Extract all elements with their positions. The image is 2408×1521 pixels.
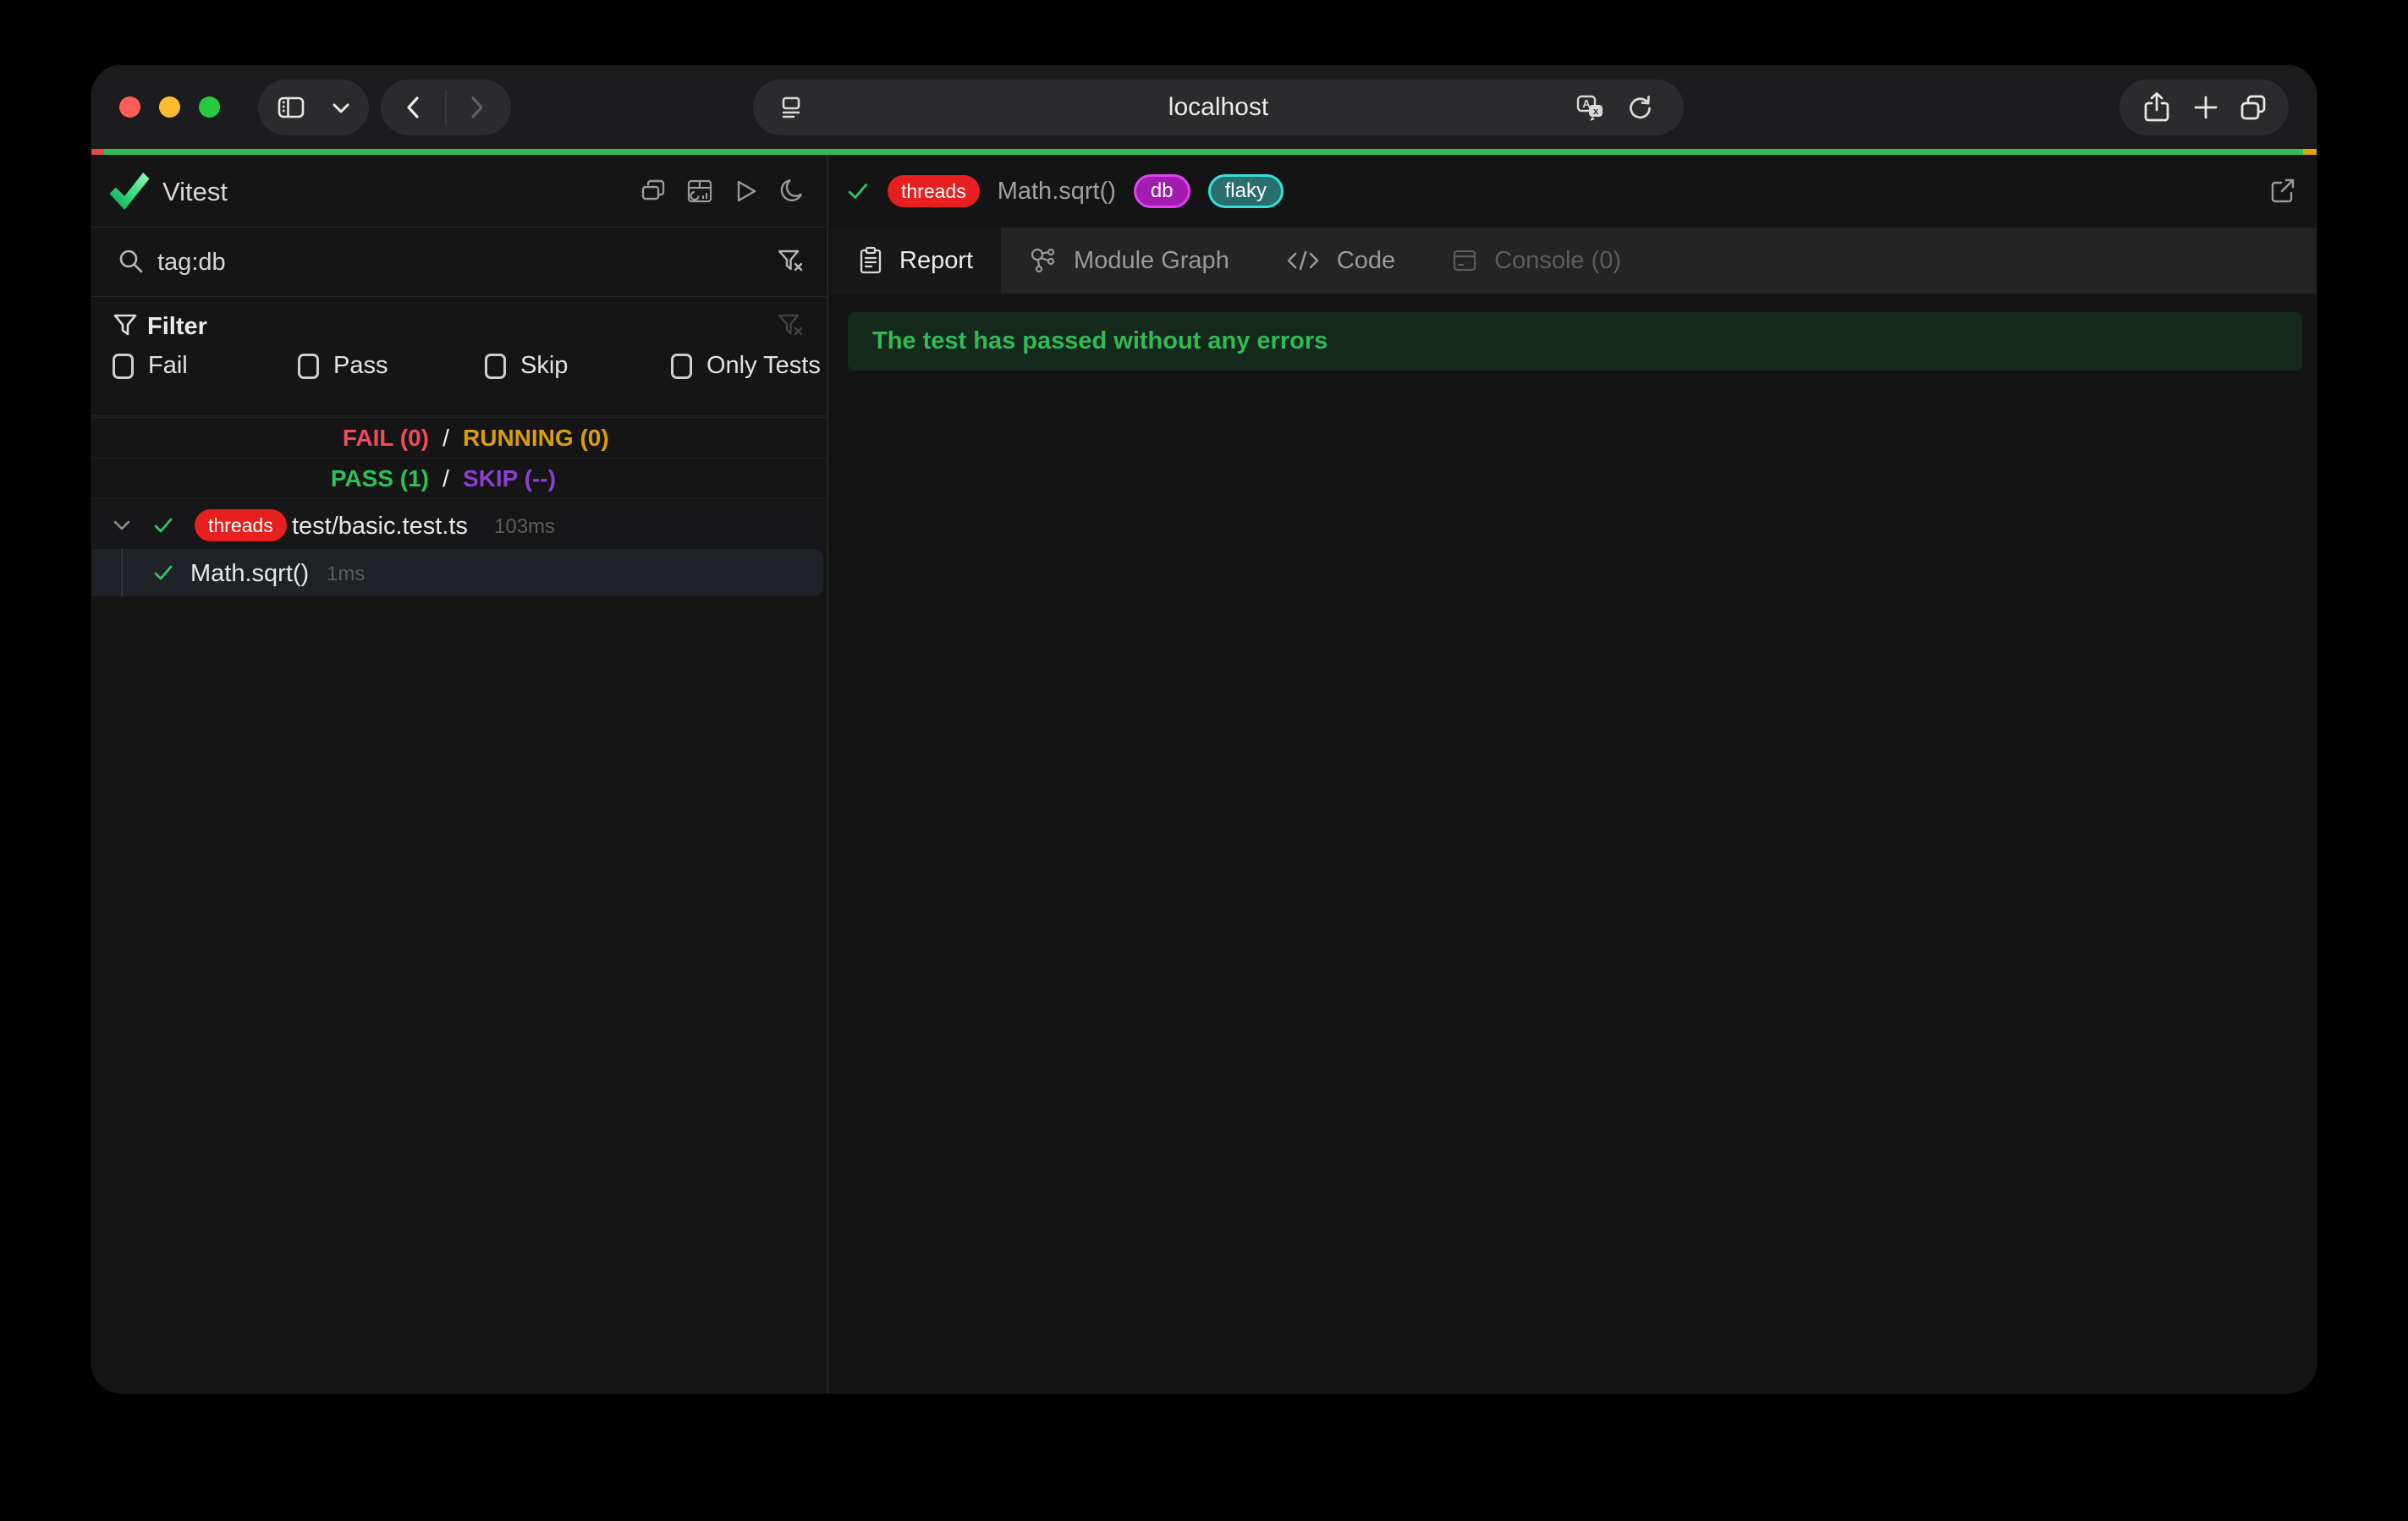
filter-checkbox-pass[interactable]: Pass	[298, 352, 388, 380]
test-tree: threads test/basic.test.ts 103ms Math.sq…	[91, 502, 827, 596]
dark-mode-moon-icon[interactable]	[779, 178, 806, 205]
nav-divider	[445, 90, 447, 125]
tab-console: Console (0)	[1423, 228, 1649, 294]
filter-checkbox-only-tests[interactable]: Only Tests	[671, 352, 821, 380]
new-tab-icon[interactable]	[2192, 94, 2219, 121]
reload-icon[interactable]	[1625, 92, 1655, 123]
fail-count: FAIL (0)	[91, 425, 429, 452]
status-separator: /	[429, 465, 463, 492]
test-case-name: Math.sqrt()	[190, 560, 309, 588]
console-icon	[1451, 247, 1478, 274]
tab-label: Module Graph	[1074, 247, 1229, 275]
filter-funnel-icon	[112, 311, 139, 338]
detail-tabbar: Report Module Graph	[830, 228, 2317, 294]
checkbox-label: Only Tests	[706, 352, 821, 380]
test-passed-banner: The test has passed without any errors	[848, 312, 2302, 371]
search-input[interactable]: tag:db	[157, 249, 226, 277]
banner-text: The test has passed without any errors	[872, 327, 1328, 355]
checkbox-label: Pass	[333, 352, 388, 380]
cascade-windows-icon[interactable]	[640, 178, 667, 205]
status-separator: /	[429, 425, 463, 452]
test-file-row[interactable]: threads test/basic.test.ts 103ms	[91, 502, 827, 549]
test-progress-bar	[91, 149, 2317, 155]
sidebar-toggle-group	[258, 80, 369, 135]
chevron-down-icon[interactable]	[112, 519, 132, 532]
pass-count: PASS (1)	[91, 465, 429, 492]
vitest-ui: Vitest	[91, 155, 2317, 1393]
tag-badge-db: db	[1134, 174, 1190, 208]
filter-section: Filter Fail Pass Skip	[91, 298, 827, 416]
vitest-logo-icon	[108, 168, 151, 214]
tab-label: Console (0)	[1494, 247, 1621, 275]
browser-toolbar: localhost A x	[91, 65, 2317, 149]
filter-checkbox-skip[interactable]: Skip	[485, 352, 568, 380]
checkbox-icon	[485, 354, 506, 379]
test-file-duration: 103ms	[494, 515, 555, 539]
search-bar[interactable]: tag:db	[91, 228, 827, 297]
test-explorer-panel: Vitest	[91, 155, 828, 1393]
run-all-icon[interactable]	[733, 178, 760, 205]
chevron-down-icon[interactable]	[331, 102, 351, 115]
open-external-icon[interactable]	[2268, 176, 2298, 206]
test-case-duration: 1ms	[327, 563, 365, 586]
header-actions	[640, 178, 806, 205]
running-count: RUNNING (0)	[463, 425, 827, 452]
pass-check-icon	[152, 562, 174, 584]
detail-test-title: Math.sqrt()	[998, 178, 1116, 206]
window-actions-group	[2119, 80, 2289, 135]
app-title: Vitest	[162, 177, 228, 207]
share-icon[interactable]	[2141, 91, 2172, 124]
detail-header: threads Math.sqrt() db flaky	[830, 155, 2317, 228]
progress-fail-segment	[91, 149, 104, 155]
tag-badge-flaky: flaky	[1208, 174, 1284, 208]
status-row-fail-running: FAIL (0) / RUNNING (0)	[91, 418, 827, 458]
forward-icon[interactable]	[467, 94, 487, 121]
checkbox-icon	[113, 354, 134, 379]
module-graph-icon	[1029, 246, 1058, 275]
status-row-pass-skip: PASS (1) / SKIP (--)	[91, 458, 827, 499]
svg-text:x: x	[1593, 107, 1599, 117]
filter-checkbox-fail[interactable]: Fail	[113, 352, 188, 380]
tab-label: Report	[899, 247, 973, 275]
report-icon	[858, 246, 883, 275]
minimize-window-button[interactable]	[159, 96, 180, 118]
translate-icon[interactable]: A x	[1575, 92, 1606, 123]
clear-filter-icon[interactable]	[776, 247, 805, 276]
pass-check-icon	[152, 514, 174, 536]
filter-title: Filter	[147, 313, 207, 341]
code-icon	[1285, 248, 1321, 273]
tab-module-graph[interactable]: Module Graph	[1001, 228, 1257, 294]
pool-badge: threads	[195, 509, 287, 541]
close-window-button[interactable]	[119, 96, 140, 118]
tab-code[interactable]: Code	[1257, 228, 1423, 294]
pool-badge: threads	[888, 175, 980, 207]
zoom-window-button[interactable]	[199, 96, 220, 118]
sidebar-icon[interactable]	[277, 93, 305, 122]
tree-indent-guide	[121, 549, 123, 596]
pass-check-icon	[846, 179, 870, 203]
address-bar[interactable]: localhost A x	[753, 80, 1684, 135]
tabs-icon[interactable]	[2238, 93, 2268, 122]
test-file-name: test/basic.test.ts	[292, 513, 468, 541]
test-case-row[interactable]: Math.sqrt() 1ms	[91, 549, 823, 596]
test-detail-panel: threads Math.sqrt() db flaky	[830, 155, 2317, 1393]
run-status-summary: FAIL (0) / RUNNING (0) PASS (1) / SKIP (…	[91, 417, 827, 499]
progress-pending-segment	[2303, 149, 2317, 155]
nav-buttons-group	[381, 80, 511, 135]
checkbox-icon	[671, 354, 692, 379]
checkbox-label: Fail	[148, 352, 188, 380]
checkbox-label: Skip	[520, 352, 568, 380]
url-text: localhost	[753, 80, 1684, 135]
tab-report[interactable]: Report	[830, 228, 1001, 294]
app-header: Vitest	[91, 155, 827, 228]
tab-label: Code	[1337, 247, 1395, 275]
search-icon	[117, 247, 146, 276]
dashboard-icon[interactable]	[686, 178, 713, 205]
checkbox-icon	[298, 354, 319, 379]
clear-all-filters-icon[interactable]	[776, 311, 805, 340]
skip-count: SKIP (--)	[463, 465, 827, 492]
browser-window: localhost A x	[91, 65, 2317, 1393]
back-icon[interactable]	[403, 94, 423, 121]
